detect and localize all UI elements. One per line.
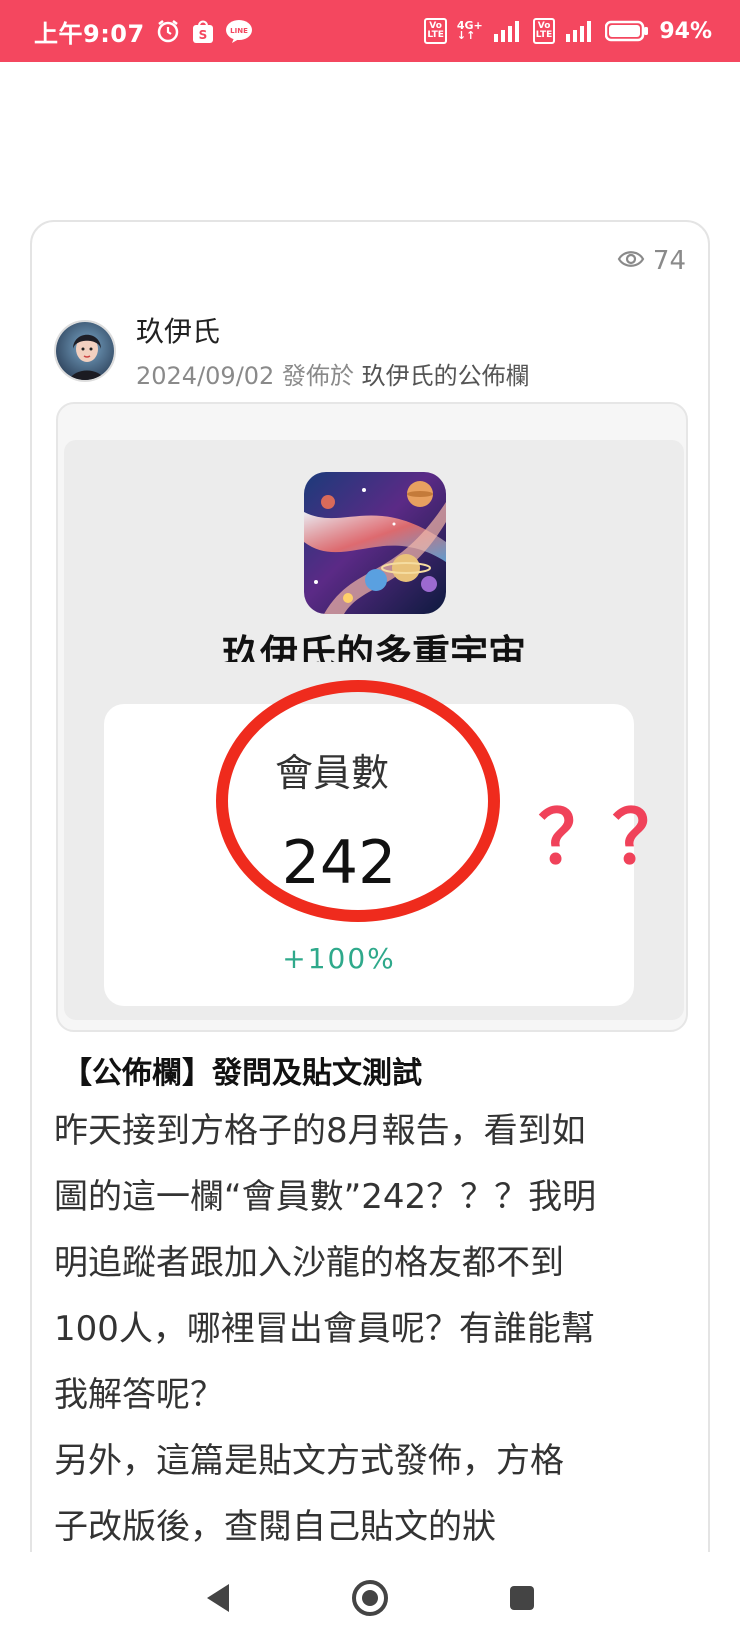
post-body: 昨天接到方格子的8月報告，看到如 圖的這一欄“會員數”242？？？我明 明追蹤者… (54, 1098, 684, 1560)
volte-icon-2: Vo LTE (532, 18, 556, 44)
post-image[interactable]: 玖伊氏的多重宇宙 會員數 242 +100% ？？ (56, 402, 688, 1032)
network-4g-icon: 4G+ ↓↑ (456, 19, 483, 42)
salon-title: 玖伊氏的多重宇宙 (221, 632, 526, 662)
status-time: 上午9:07 (34, 19, 145, 48)
status-bar: 上午9:07 S LINE Vo LTE 4G+ ↓↑ Vo LTE 94% (0, 0, 740, 62)
author-row[interactable]: 玖伊氏 2024/09/02 發佈於 玖伊氏的公佈欄 (54, 310, 530, 391)
eye-icon (617, 246, 645, 276)
system-nav-bar (0, 1552, 740, 1644)
published-in-label: 發佈於 (281, 362, 354, 390)
home-icon[interactable] (348, 1576, 392, 1620)
body-line: 圖的這一欄“會員數”242？？？我明 (54, 1177, 597, 1217)
post-card[interactable]: 74 玖伊氏 2024/09/02 發佈於 玖伊氏的公佈欄 玖伊氏的多重宇宙 會… (30, 220, 710, 1620)
post-title[interactable]: 【公佈欄】發問及貼文測試 (62, 1048, 422, 1092)
board-link[interactable]: 玖伊氏的公佈欄 (362, 362, 530, 390)
battery-icon (605, 20, 649, 42)
post-meta: 2024/09/02 發佈於 玖伊氏的公佈欄 (136, 356, 530, 391)
line-icon: LINE (225, 19, 253, 43)
shopee-icon: S (191, 18, 215, 44)
alarm-icon (155, 18, 181, 44)
signal-icon (493, 20, 523, 42)
salon-cover-image (304, 472, 446, 614)
body-line: 昨天接到方格子的8月報告，看到如 (54, 1111, 586, 1151)
post-date: 2024/09/02 (136, 362, 275, 390)
svg-text:LINE: LINE (230, 27, 248, 35)
author-name[interactable]: 玖伊氏 (136, 310, 530, 350)
question-mark-annotation: ？？ (538, 795, 684, 881)
battery-percent: 94% (659, 18, 712, 44)
screenshot-panel: 玖伊氏的多重宇宙 會員數 242 +100% ？？ (64, 440, 684, 1020)
body-line: 另外，這篇是貼文方式發佈，方格 (54, 1441, 564, 1481)
view-count-value: 74 (652, 246, 686, 276)
body-line: 明追蹤者跟加入沙龍的格友都不到 (54, 1243, 564, 1283)
body-line: 我解答呢？ (54, 1375, 224, 1415)
view-count: 74 (617, 246, 686, 276)
volte-icon: Vo LTE (424, 18, 447, 44)
recents-icon[interactable] (500, 1576, 544, 1620)
back-icon[interactable] (196, 1576, 240, 1620)
avatar[interactable] (54, 319, 116, 382)
svg-text:S: S (198, 28, 207, 42)
member-change: +100% (282, 942, 396, 975)
red-circle-annotation (216, 680, 500, 922)
signal-icon-2 (565, 20, 595, 42)
body-line: 100人，哪裡冒出會員呢？有誰能幫 (54, 1309, 595, 1349)
body-line: 子改版後，查閱自己貼文的狀 (54, 1507, 496, 1547)
